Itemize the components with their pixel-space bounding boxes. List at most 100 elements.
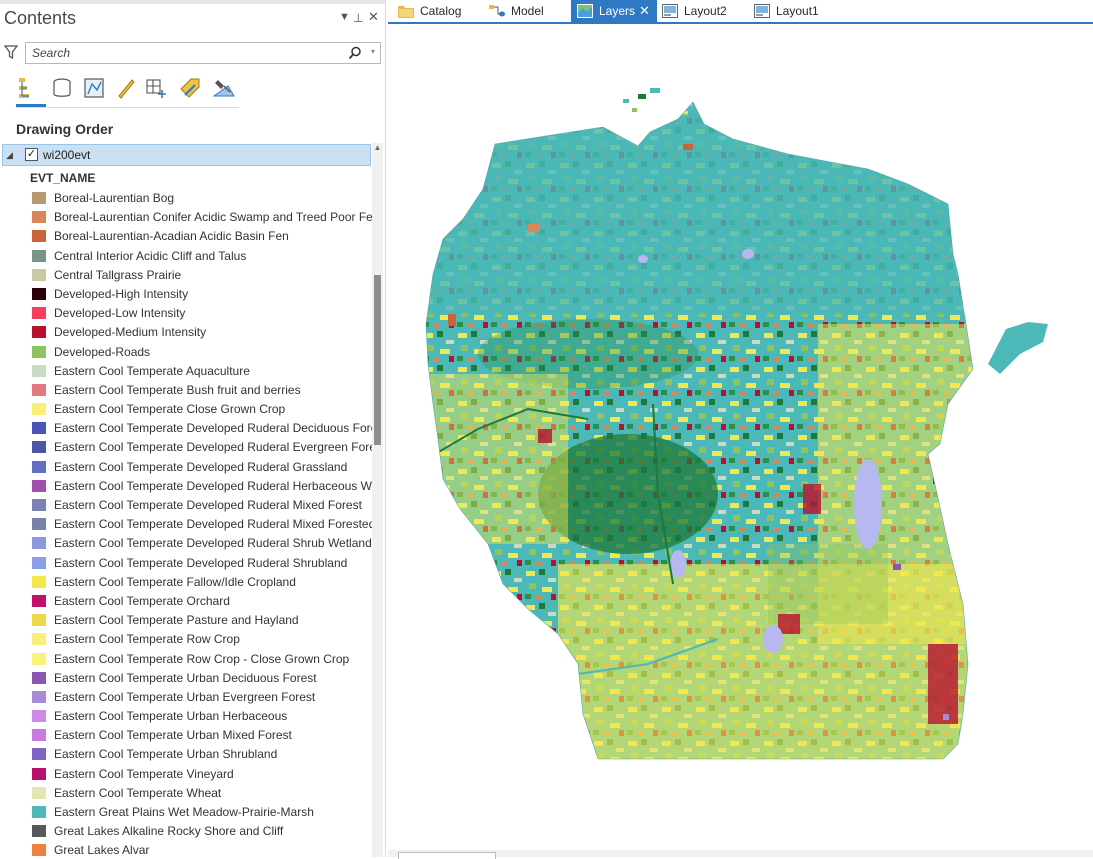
tab-catalog[interactable]: Catalog [398,0,476,22]
legend-item[interactable]: Boreal-Laurentian Conifer Acidic Swamp a… [32,208,372,227]
search-input[interactable] [32,45,332,61]
tab-layers[interactable]: Layers ✕ [571,0,657,22]
legend-item[interactable]: Eastern Cool Temperate Urban Deciduous F… [32,669,372,688]
legend-swatch[interactable] [32,710,46,723]
layer-visibility-checkbox[interactable]: ✓ [25,148,38,161]
legend-swatch[interactable] [32,211,46,224]
legend-item[interactable]: Great Lakes Alkaline Rocky Shore and Cli… [32,822,372,841]
close-icon[interactable]: ✕ [368,9,379,25]
legend-item[interactable]: Eastern Cool Temperate Developed Ruderal… [32,477,372,496]
legend-item[interactable]: Boreal-Laurentian Bog [32,189,372,208]
legend-swatch[interactable] [32,748,46,761]
legend-swatch[interactable] [32,806,46,818]
legend-swatch[interactable] [32,364,46,377]
layer-row-wi200evt[interactable]: ◢ ✓ wi200evt [2,144,371,166]
legend-item[interactable]: Eastern Cool Temperate Developed Ruderal… [32,515,372,534]
legend-swatch[interactable] [32,192,46,204]
search-field[interactable]: ▾ [25,42,381,64]
legend-item[interactable]: Eastern Cool Temperate Orchard [32,592,372,611]
legend-item[interactable]: Developed-Roads [32,343,372,362]
legend-item[interactable]: Eastern Cool Temperate Bush fruit and be… [32,381,372,400]
legend-item[interactable]: Eastern Cool Temperate Urban Herbaceous [32,707,372,726]
legend-swatch[interactable] [32,422,46,435]
legend-swatch[interactable] [32,518,46,531]
legend-item[interactable]: Eastern Cool Temperate Developed Ruderal… [32,554,372,573]
legend-item[interactable]: Eastern Cool Temperate Urban Evergreen F… [32,688,372,707]
list-by-editing-icon[interactable] [114,76,138,100]
legend-swatch[interactable] [32,499,46,511]
contents-scrollbar[interactable]: ▲ [372,143,383,857]
legend-swatch[interactable] [32,537,46,550]
list-by-selection-icon[interactable] [82,76,106,100]
legend-swatch[interactable] [32,556,46,569]
legend-swatch[interactable] [32,441,46,454]
collapse-layer-icon[interactable]: ◢ [6,150,13,161]
legend-swatch[interactable] [32,403,46,416]
legend-item[interactable]: Eastern Cool Temperate Vineyard [32,765,372,784]
legend-item[interactable]: Eastern Cool Temperate Developed Ruderal… [32,534,372,553]
scrollbar-thumb[interactable] [374,275,381,445]
legend-item[interactable]: Eastern Cool Temperate Urban Mixed Fores… [32,726,372,745]
search-icon[interactable] [348,46,362,60]
map-view[interactable] [388,24,1093,850]
legend-item[interactable]: Eastern Cool Temperate Row Crop - Close … [32,650,372,669]
legend-swatch[interactable] [32,307,46,320]
list-by-drawing-order-icon[interactable] [16,76,40,100]
legend-swatch[interactable] [32,633,46,646]
legend-swatch[interactable] [32,690,46,703]
legend-swatch[interactable] [32,345,46,358]
legend-swatch[interactable] [32,249,46,262]
legend-swatch[interactable] [32,594,46,607]
legend-swatch[interactable] [32,230,46,243]
legend-item[interactable]: Eastern Cool Temperate Row Crop [32,630,372,649]
legend-swatch[interactable] [32,767,46,780]
search-options-icon[interactable]: ▾ [371,47,375,56]
legend-swatch[interactable] [32,575,46,588]
legend-item[interactable]: Great Lakes Alvar [32,841,372,857]
legend-swatch[interactable] [32,786,46,799]
legend-item[interactable]: Eastern Cool Temperate Pasture and Hayla… [32,611,372,630]
list-by-labeling-icon[interactable] [178,76,202,100]
legend-item[interactable]: Central Tallgrass Prairie [32,266,372,285]
legend-swatch[interactable] [32,383,46,396]
legend-item[interactable]: Eastern Cool Temperate Urban Shrubland [32,745,372,764]
legend-item[interactable]: Eastern Cool Temperate Developed Ruderal… [32,438,372,457]
legend-swatch[interactable] [32,460,46,473]
list-by-snapping-icon[interactable] [144,76,168,100]
scroll-up-icon[interactable]: ▲ [372,143,383,153]
legend-item[interactable]: Developed-High Intensity [32,285,372,304]
filter-icon[interactable] [4,44,18,60]
legend-swatch[interactable] [32,729,46,742]
legend-item[interactable]: Boreal-Laurentian-Acadian Acidic Basin F… [32,227,372,246]
legend-item[interactable]: Eastern Cool Temperate Close Grown Crop [32,400,372,419]
legend-item[interactable]: Eastern Cool Temperate Fallow/Idle Cropl… [32,573,372,592]
legend-item[interactable]: Eastern Cool Temperate Developed Ruderal… [32,496,372,515]
legend-swatch[interactable] [32,326,46,339]
close-tab-icon[interactable]: ✕ [639,3,650,19]
legend-swatch[interactable] [32,671,46,684]
legend-swatch[interactable] [32,652,46,665]
tab-layout2[interactable]: Layout2 [662,0,740,22]
legend-item[interactable]: Eastern Great Plains Wet Meadow-Prairie-… [32,803,372,822]
legend-swatch[interactable] [32,825,46,838]
tab-layout1[interactable]: Layout1 [754,0,832,22]
legend-item[interactable]: Eastern Cool Temperate Wheat [32,784,372,803]
list-by-source-icon[interactable] [50,76,74,100]
legend-item[interactable]: Developed-Medium Intensity [32,323,372,342]
scale-combobox[interactable] [398,852,496,859]
pin-icon[interactable]: ⊥ [353,11,363,25]
legend-item[interactable]: Eastern Cool Temperate Developed Ruderal… [32,458,372,477]
list-by-perspective-imagery-icon[interactable] [212,76,236,100]
legend-item[interactable]: Developed-Low Intensity [32,304,372,323]
pane-options-icon[interactable]: ▼ [339,11,350,23]
tab-model[interactable]: Model [489,0,561,22]
legend-swatch[interactable] [32,844,46,857]
legend-item[interactable]: Central Interior Acidic Cliff and Talus [32,247,372,266]
map-canvas[interactable] [388,24,1093,850]
legend-swatch[interactable] [32,614,46,627]
legend-swatch[interactable] [32,268,46,281]
legend-item[interactable]: Eastern Cool Temperate Aquaculture [32,362,372,381]
legend-swatch[interactable] [32,479,46,492]
legend-item[interactable]: Eastern Cool Temperate Developed Ruderal… [32,419,372,438]
legend-swatch[interactable] [32,287,46,300]
